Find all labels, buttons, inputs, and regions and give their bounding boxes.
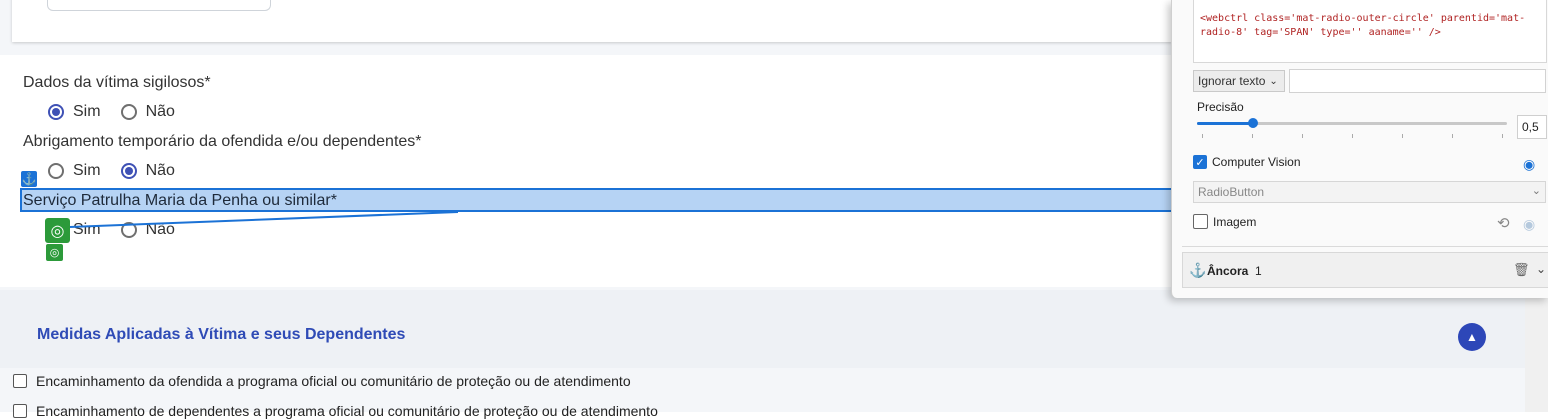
anchor-label: Âncora xyxy=(1207,264,1249,278)
question-label-abrigamento: Abrigamento temporário da ofendida e/ou … xyxy=(23,133,422,150)
anchor-section-header[interactable]: ⚓ Âncora 1 🗑 ⌄ xyxy=(1182,252,1548,288)
precision-label: Precisão xyxy=(1197,100,1244,114)
scrollbar[interactable] xyxy=(1525,288,1548,412)
chevron-down-icon: ⌄ xyxy=(1269,75,1278,87)
anchor-icon: ⚓ xyxy=(21,171,37,187)
anchor-count: 1 xyxy=(1255,264,1262,278)
section-title: Medidas Aplicadas à Vítima e seus Depend… xyxy=(37,326,406,343)
checkbox[interactable] xyxy=(13,404,27,418)
slider-tick xyxy=(1302,134,1303,138)
radio-label-nao: Não xyxy=(145,221,175,238)
slider-tick xyxy=(1452,134,1453,138)
trash-icon[interactable]: 🗑 xyxy=(1513,262,1530,278)
checkbox-checked-icon[interactable]: ✓ xyxy=(1193,155,1207,169)
precision-value-input[interactable]: 0,5 xyxy=(1517,115,1547,139)
ignore-text-label: Ignorar texto xyxy=(1198,74,1266,88)
radio-group-dados-sigilosos: Sim Não xyxy=(48,103,195,121)
target-icon[interactable]: ◎ xyxy=(45,218,70,243)
chevron-up-icon[interactable]: ▲ xyxy=(1458,323,1486,351)
image-row[interactable]: Imagem xyxy=(1193,214,1256,229)
anchor-icon: ⚓ xyxy=(1189,262,1207,278)
eye-icon[interactable]: ◉ xyxy=(1523,157,1540,171)
radio-group-abrigamento: Sim Não xyxy=(48,162,195,180)
list-item[interactable]: Encaminhamento de dependentes a programa… xyxy=(13,403,658,419)
checkbox[interactable] xyxy=(1193,214,1208,229)
slider-tick xyxy=(1502,134,1503,138)
radio-sim[interactable] xyxy=(48,104,64,120)
target-small-icon: ◎ xyxy=(46,244,63,261)
radio-group-patrulha: Sim Não xyxy=(48,221,195,239)
ignore-text-dropdown[interactable]: Ignorar texto ⌄ xyxy=(1193,70,1285,92)
slider-tick xyxy=(1252,134,1253,138)
precision-slider-thumb[interactable] xyxy=(1248,118,1258,128)
question-label-patrulha: Serviço Patrulha Maria da Penha ou simil… xyxy=(23,192,337,209)
computer-vision-label: Computer Vision xyxy=(1212,155,1301,169)
radio-label-nao: Não xyxy=(145,103,175,120)
selector-editor[interactable]: <webctrl class='mat-radio-outer-circle' … xyxy=(1193,0,1547,63)
radio-label-nao: Não xyxy=(145,162,175,179)
chevron-down-icon[interactable]: ⌄ xyxy=(1536,262,1546,276)
image-label: Imagem xyxy=(1213,214,1257,229)
precision-slider-fill xyxy=(1197,122,1253,125)
radio-nao[interactable] xyxy=(120,222,137,238)
radio-sim[interactable] xyxy=(48,163,64,179)
radio-label-sim: Sim xyxy=(73,162,101,179)
divider xyxy=(1182,246,1548,247)
text-input[interactable] xyxy=(47,0,271,11)
slider-tick xyxy=(1202,134,1203,138)
checkbox-label: Encaminhamento de dependentes a programa… xyxy=(36,403,658,419)
refresh-icon[interactable]: ⟲ xyxy=(1497,214,1510,232)
question-label-dados-sigilosos: Dados da vítima sigilosos* xyxy=(23,74,211,91)
radio-label-sim: Sim xyxy=(73,103,101,120)
radio-label-sim: Sim xyxy=(73,221,101,238)
list-item[interactable]: Encaminhamento da ofendida a programa of… xyxy=(13,373,631,389)
computer-vision-row[interactable]: ✓ Computer Vision xyxy=(1193,155,1301,169)
checkbox-label: Encaminhamento da ofendida a programa of… xyxy=(36,373,631,389)
slider-tick xyxy=(1402,134,1403,138)
eye-icon[interactable]: ◉ xyxy=(1523,216,1535,233)
checkbox[interactable] xyxy=(13,374,27,388)
chevron-down-icon: ⌄ xyxy=(1531,185,1541,197)
control-type-dropdown[interactable]: RadioButton ⌄ xyxy=(1193,181,1546,203)
top-card xyxy=(12,0,1172,42)
control-type-value: RadioButton xyxy=(1198,185,1265,199)
ignore-text-input[interactable] xyxy=(1289,69,1546,93)
slider-tick xyxy=(1352,134,1353,138)
radio-nao[interactable] xyxy=(120,104,137,120)
radio-nao[interactable] xyxy=(120,163,137,179)
